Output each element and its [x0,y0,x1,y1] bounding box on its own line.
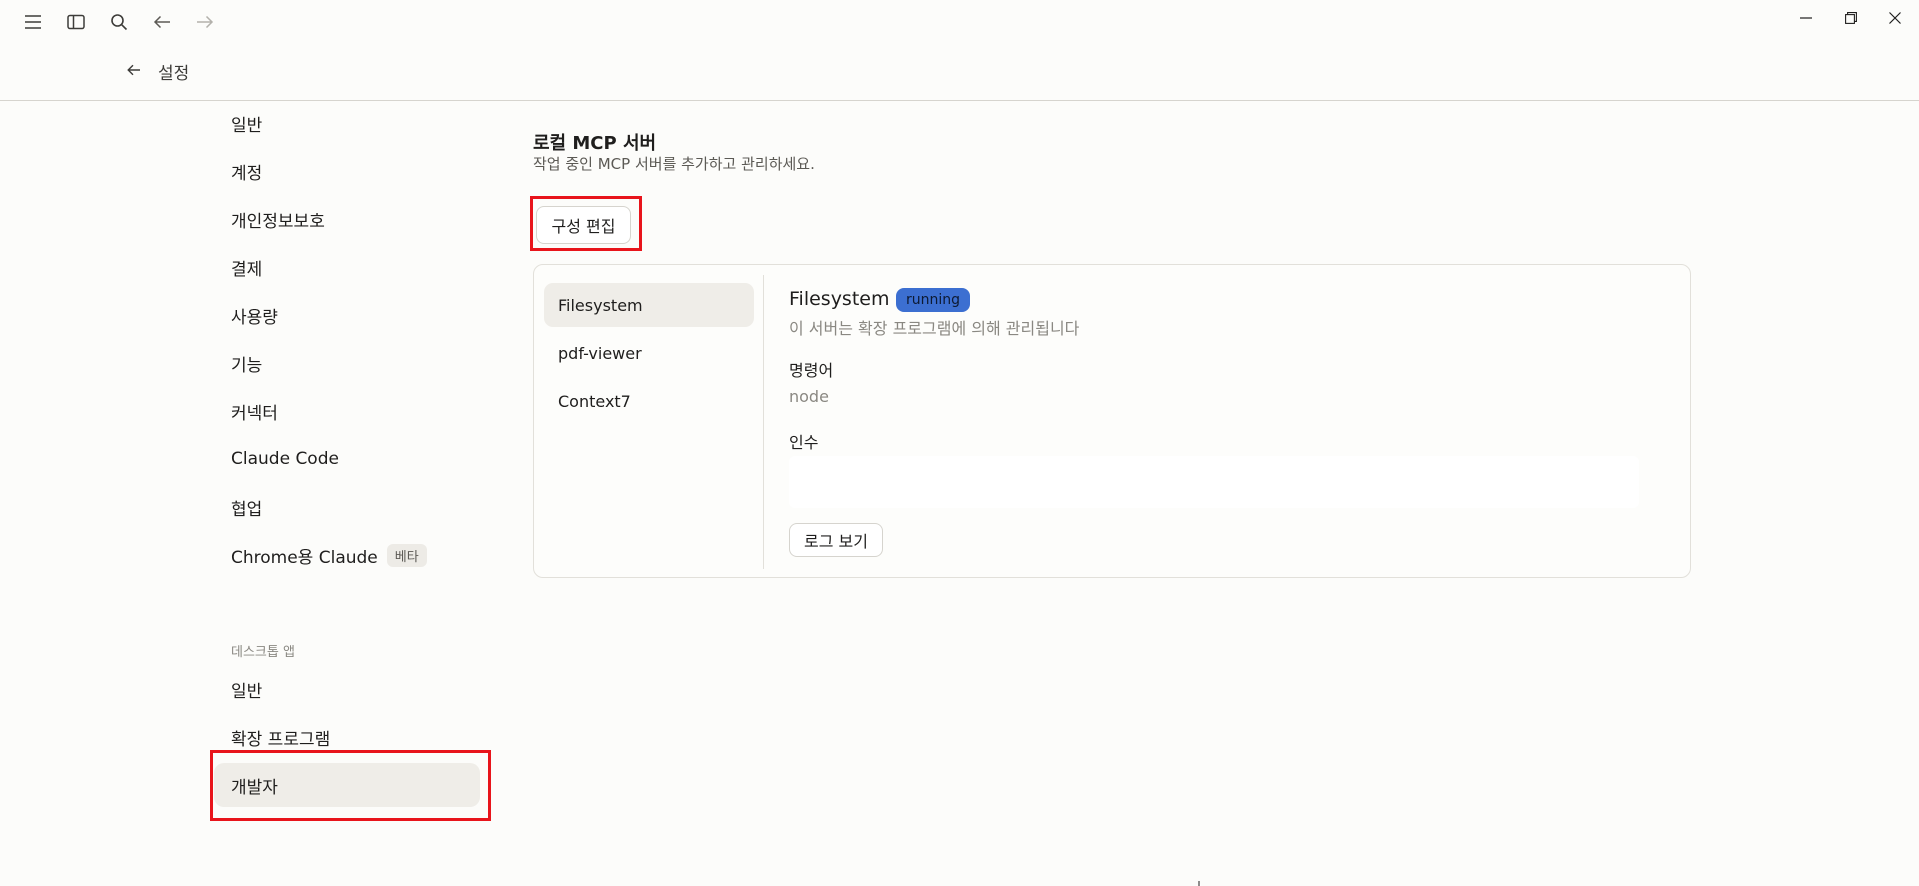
view-logs-button[interactable]: 로그 보기 [789,523,883,557]
mouse-cursor-icon [1198,876,1208,886]
sidebar-item-extensions[interactable]: 확장 프로그램 [214,715,480,759]
close-icon[interactable] [1877,6,1913,30]
desktop-app-section-label: 데스크톱 앱 [231,645,295,660]
server-item-filesystem[interactable]: Filesystem [544,283,754,327]
beta-badge: 베타 [386,543,427,567]
sidebar-toggle-icon[interactable] [64,10,88,34]
sidebar-item-label: 개인정보보호 [231,211,325,232]
sidebar-item-collaboration[interactable]: 협업 [214,485,480,529]
sidebar-item-label: 계정 [231,163,263,184]
server-item-label: pdf-viewer [558,343,642,363]
sidebar-item-label: 개발자 [231,777,278,798]
edit-config-button[interactable]: 구성 편집 [536,206,631,244]
command-label: 명령어 [789,361,834,380]
status-badge: running [896,288,971,312]
sidebar-item-account[interactable]: 계정 [214,149,480,193]
settings-back-button[interactable] [122,58,146,82]
sidebar-item-general[interactable]: 일반 [214,101,480,145]
sidebar-item-billing[interactable]: 결제 [214,245,480,289]
sidebar-item-label: 일반 [231,115,263,136]
sidebar-item-desktop-general[interactable]: 일반 [214,667,480,711]
restore-icon[interactable] [1833,6,1869,30]
sidebar-item-label: 커넥터 [231,403,278,424]
settings-sidebar: 일반 계정 개인정보보호 결제 사용량 기능 커넥터 Claude Code 협… [0,101,500,886]
settings-header: 설정 [0,44,1919,101]
minimize-icon[interactable] [1788,6,1824,30]
back-arrow-icon[interactable] [150,10,174,34]
forward-arrow-icon[interactable] [193,10,217,34]
command-value: node [789,387,829,406]
sidebar-item-label: Claude Code [231,449,339,469]
sidebar-item-usage[interactable]: 사용량 [214,293,480,337]
server-detail-name: Filesystem [789,288,890,310]
sidebar-item-connectors[interactable]: 커넥터 [214,389,480,433]
sidebar-item-features[interactable]: 기능 [214,341,480,385]
sidebar-item-developer[interactable]: 개발자 [214,763,480,807]
sidebar-item-label: 기능 [231,355,263,376]
page-title: 설정 [158,64,190,84]
sidebar-item-label: 결제 [231,259,263,280]
panel-divider [763,275,764,569]
sidebar-item-privacy[interactable]: 개인정보보호 [214,197,480,241]
server-detail-description: 이 서버는 확장 프로그램에 의해 관리됩니다 [789,319,1080,338]
sidebar-item-claude-for-chrome[interactable]: Chrome용 Claude 베타 [214,533,480,577]
section-title: 로컬 MCP 서버 [533,133,657,154]
title-bar [0,0,1919,44]
server-item-pdf-viewer[interactable]: pdf-viewer [544,331,754,375]
sidebar-item-label: Chrome용 Claude [231,547,378,568]
server-item-context7[interactable]: Context7 [544,379,754,423]
args-label: 인수 [789,433,819,452]
server-item-label: Filesystem [558,295,643,315]
sidebar-item-label: 일반 [231,681,263,702]
mcp-server-panel: Filesystem pdf-viewer Context7 Filesyste… [533,264,1691,578]
sidebar-item-label: 사용량 [231,307,278,328]
menu-icon[interactable] [21,10,45,34]
section-subtitle: 작업 중인 MCP 서버를 추가하고 관리하세요. [533,155,815,173]
server-item-label: Context7 [558,391,631,411]
sidebar-item-claude-code[interactable]: Claude Code [214,437,480,481]
search-icon[interactable] [107,10,131,34]
sidebar-item-label: 협업 [231,499,263,520]
sidebar-item-label: 확장 프로그램 [231,729,331,750]
args-value [789,456,1639,508]
